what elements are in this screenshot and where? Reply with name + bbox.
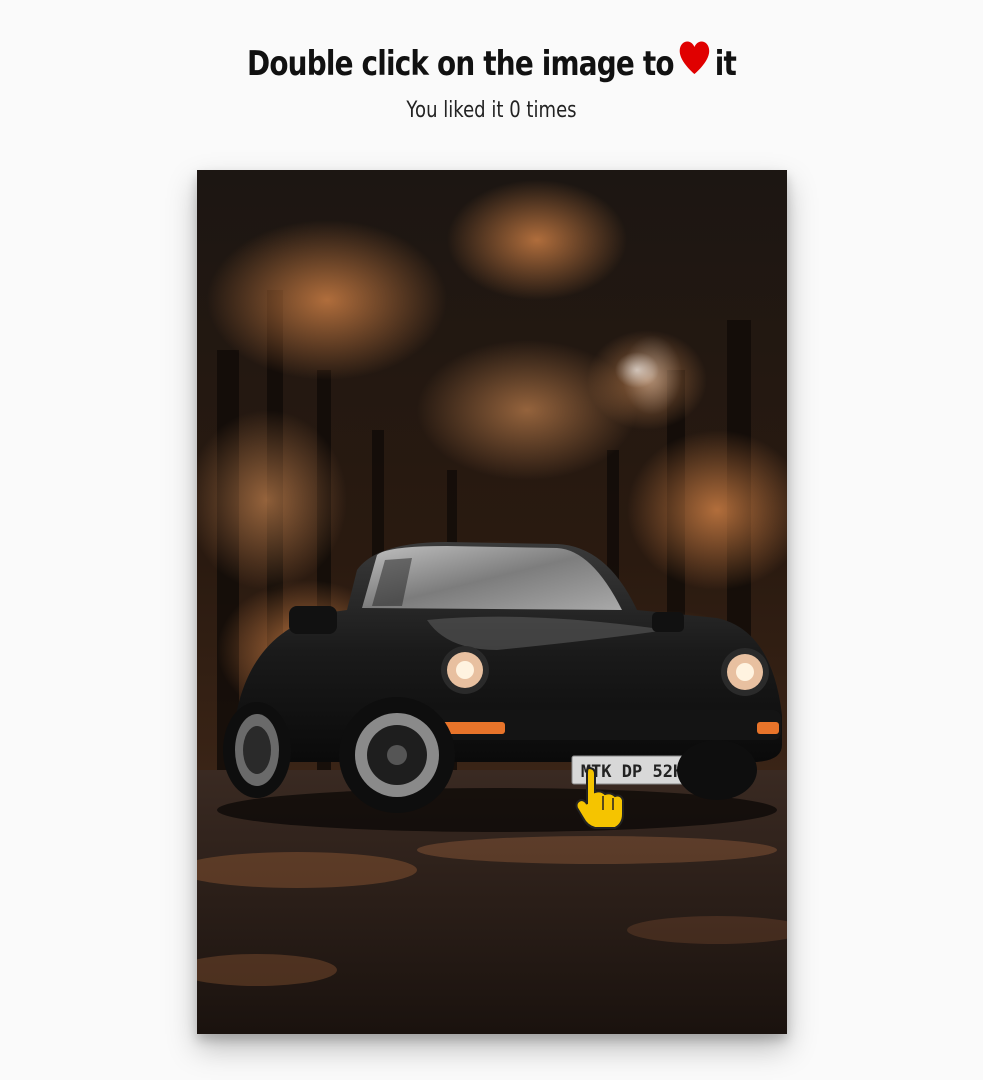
counter-suffix: times bbox=[526, 98, 577, 123]
license-plate: MTK DP 52H bbox=[581, 762, 683, 782]
page: Double click on the image to it You liked… bbox=[0, 0, 983, 1080]
like-counter-text: You liked it 0 times bbox=[88, 98, 894, 123]
title-prefix: Double click on the image to bbox=[247, 44, 675, 84]
title-suffix: it bbox=[714, 44, 737, 84]
like-photo[interactable]: MTK DP 52H bbox=[197, 170, 787, 1034]
page-title: Double click on the image to it bbox=[88, 41, 894, 87]
car-photo-image: MTK DP 52H bbox=[197, 170, 787, 1034]
heart-icon bbox=[679, 41, 710, 84]
like-count: 0 bbox=[509, 98, 521, 123]
counter-prefix: You liked it bbox=[406, 98, 504, 123]
